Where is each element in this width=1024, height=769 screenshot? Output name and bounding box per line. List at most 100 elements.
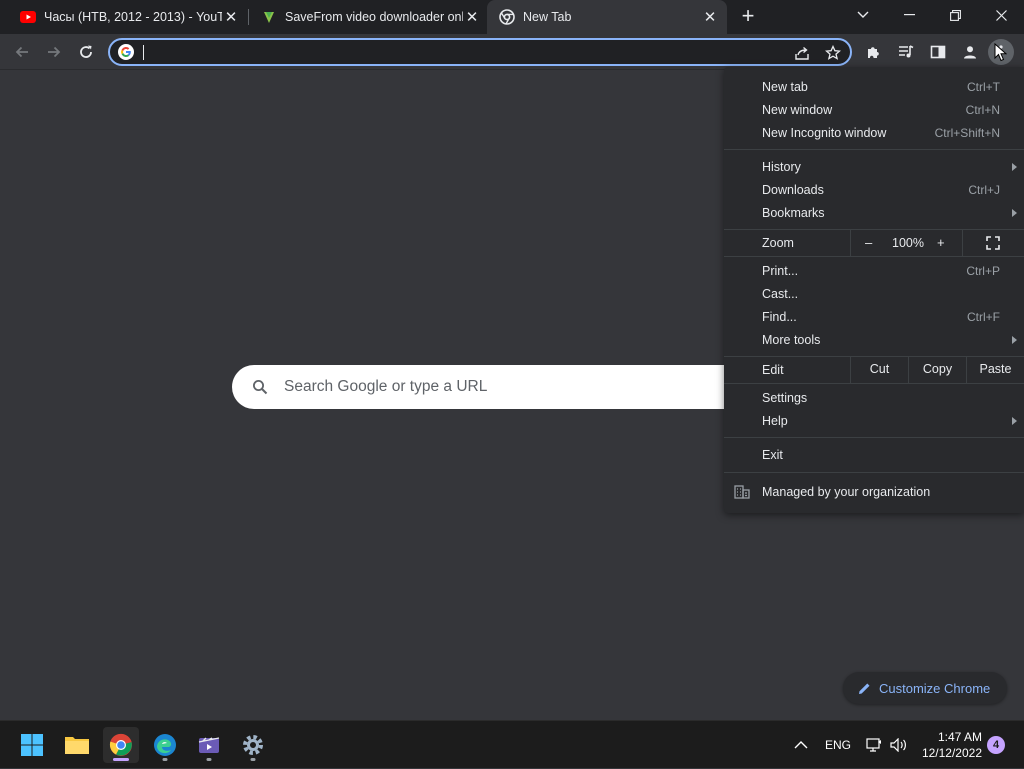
menu-item-downloads[interactable]: Downloads Ctrl+J — [724, 178, 1024, 201]
menu-item-label: Managed by your organization — [762, 485, 931, 499]
chrome-taskbar-icon[interactable] — [103, 727, 139, 763]
share-icon[interactable] — [792, 43, 812, 63]
menu-item-label: Downloads — [762, 182, 824, 197]
language-indicator[interactable]: ENG — [825, 721, 851, 769]
side-panel-icon[interactable] — [925, 39, 951, 65]
cut-button[interactable]: Cut — [851, 362, 908, 376]
paste-button[interactable]: Paste — [967, 362, 1024, 376]
menu-item-shortcut: Ctrl+Shift+N — [934, 125, 1000, 140]
close-window-button[interactable] — [978, 0, 1024, 30]
menu-item-history[interactable]: History — [724, 155, 1024, 178]
divider — [962, 230, 963, 256]
menu-item-label: Find... — [762, 309, 797, 324]
menu-item-label: Help — [762, 413, 788, 428]
menu-item-new-tab[interactable]: New tab Ctrl+T — [724, 75, 1024, 98]
clock[interactable]: 1:47 AM 12/12/2022 — [922, 729, 982, 761]
menu-item-shortcut: Ctrl+F — [967, 309, 1000, 324]
extensions-icon[interactable] — [861, 39, 887, 65]
search-box[interactable]: Search Google or type a URL — [232, 365, 792, 409]
search-placeholder: Search Google or type a URL — [284, 378, 488, 395]
new-tab-button[interactable]: + — [736, 5, 760, 29]
menu-item-settings[interactable]: Settings — [724, 386, 1024, 409]
active-indicator — [113, 758, 129, 761]
volume-icon[interactable] — [890, 721, 908, 769]
tab-youtube[interactable]: Часы (НТВ, 2012 - 2013) - YouTube ✕ — [0, 0, 248, 34]
divider — [850, 230, 851, 256]
media-controls-icon[interactable] — [893, 39, 919, 65]
menu-item-label: Zoom — [762, 236, 794, 250]
close-tab-icon[interactable]: ✕ — [701, 8, 719, 26]
submenu-arrow-icon — [1012, 416, 1017, 425]
copy-button[interactable]: Copy — [909, 362, 966, 376]
video-editor-icon[interactable] — [191, 727, 227, 763]
menu-item-find[interactable]: Find... Ctrl+F — [724, 305, 1024, 328]
menu-zoom-row: Zoom – 100% + — [724, 230, 1024, 256]
menu-item-print[interactable]: Print... Ctrl+P — [724, 259, 1024, 282]
running-indicator — [250, 758, 256, 761]
chrome-menu: New tab Ctrl+T New window Ctrl+N New Inc… — [724, 67, 1024, 513]
network-icon[interactable] — [866, 721, 882, 769]
menu-item-bookmarks[interactable]: Bookmarks — [724, 201, 1024, 224]
menu-item-help[interactable]: Help — [724, 409, 1024, 432]
taskbar: ENG 1:47 AM 12/12/2022 4 — [0, 720, 1024, 768]
menu-item-label: Bookmarks — [762, 205, 825, 220]
savefrom-icon — [261, 9, 277, 25]
back-button[interactable] — [9, 39, 35, 65]
reload-button[interactable] — [73, 39, 99, 65]
menu-separator — [724, 383, 1024, 384]
edge-icon[interactable] — [147, 727, 183, 763]
menu-item-label: Exit — [762, 447, 783, 462]
menu-item-label: Settings — [762, 390, 808, 405]
forward-button[interactable] — [41, 39, 67, 65]
toolbar — [0, 34, 1024, 70]
profile-icon[interactable] — [957, 39, 983, 65]
submenu-arrow-icon — [1012, 162, 1017, 171]
file-explorer-icon[interactable] — [59, 727, 95, 763]
close-tab-icon[interactable]: ✕ — [222, 8, 240, 26]
menu-item-exit[interactable]: Exit — [724, 443, 1024, 466]
fullscreen-icon[interactable] — [986, 236, 1000, 253]
close-tab-icon[interactable]: ✕ — [463, 8, 481, 26]
customize-chrome-button[interactable]: Customize Chrome — [843, 672, 1007, 704]
pencil-icon — [858, 682, 871, 695]
menu-item-new-window[interactable]: New window Ctrl+N — [724, 98, 1024, 121]
chrome-icon — [499, 9, 515, 25]
start-icon[interactable] — [14, 727, 50, 763]
submenu-arrow-icon — [1012, 335, 1017, 344]
settings-icon[interactable] — [235, 727, 271, 763]
building-icon — [734, 485, 750, 502]
clock-date: 12/12/2022 — [921, 746, 982, 760]
menu-item-label: More tools — [762, 332, 821, 347]
address-bar[interactable] — [108, 38, 852, 66]
menu-item-label: New window — [762, 102, 833, 117]
menu-item-label: Print... — [762, 263, 799, 278]
notification-badge[interactable]: 4 — [987, 736, 1005, 754]
menu-item-shortcut: Ctrl+J — [968, 182, 1000, 197]
text-cursor — [143, 45, 144, 60]
restore-button[interactable] — [932, 0, 978, 30]
running-indicator — [206, 758, 212, 761]
menu-separator — [724, 437, 1024, 438]
menu-item-more-tools[interactable]: More tools — [724, 328, 1024, 351]
menu-item-managed[interactable]: Managed by your organization — [724, 480, 1024, 506]
minimize-button[interactable] — [886, 0, 932, 30]
menu-separator — [724, 149, 1024, 150]
tab-title: SaveFrom video downloader online — [285, 10, 463, 24]
menu-edit-row: Edit Cut Copy Paste — [724, 357, 1024, 383]
menu-item-new-incognito[interactable]: New Incognito window Ctrl+Shift+N — [724, 121, 1024, 144]
show-hidden-icons-button[interactable] — [794, 721, 808, 769]
menu-item-label: New Incognito window — [762, 125, 887, 140]
menu-item-shortcut: Ctrl+T — [967, 79, 1000, 94]
zoom-in-button[interactable]: + — [937, 235, 945, 250]
tab-new-tab[interactable]: New Tab ✕ — [487, 0, 727, 34]
zoom-out-button[interactable]: – — [865, 235, 872, 250]
menu-item-label: History — [762, 159, 801, 174]
tab-search-icon[interactable] — [840, 0, 886, 30]
tab-savefrom[interactable]: SaveFrom video downloader online ✕ — [241, 0, 489, 34]
bookmark-star-icon[interactable] — [823, 43, 843, 63]
menu-separator — [724, 472, 1024, 473]
submenu-arrow-icon — [1012, 208, 1017, 217]
menu-item-label: Edit — [762, 363, 784, 377]
running-indicator — [162, 758, 168, 761]
menu-item-cast[interactable]: Cast... — [724, 282, 1024, 305]
